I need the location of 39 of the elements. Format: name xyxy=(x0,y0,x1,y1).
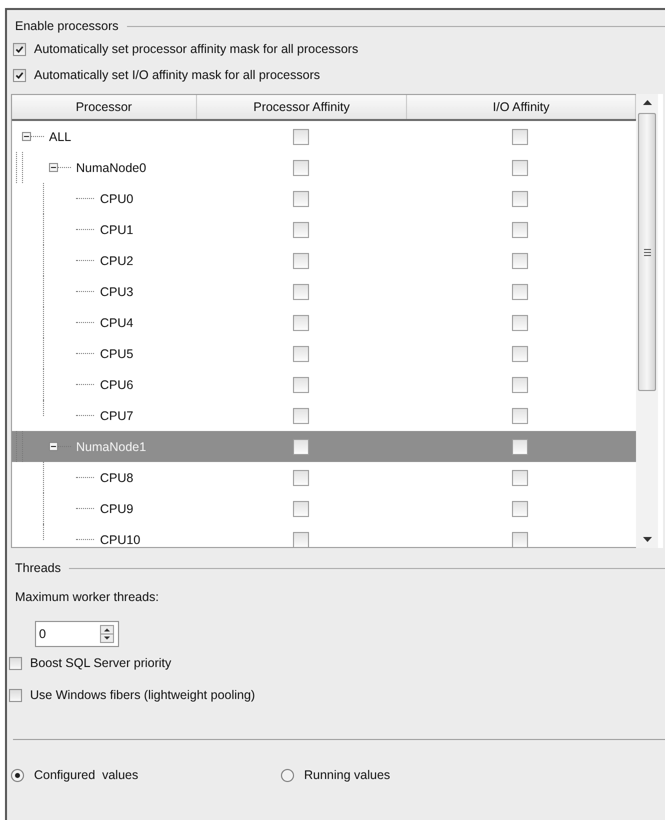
grid-row[interactable]: CPU7 xyxy=(12,400,636,431)
processor-name: CPU10 xyxy=(100,532,140,546)
processor-name: CPU8 xyxy=(100,470,134,484)
grid-row[interactable]: ALL xyxy=(12,121,636,152)
grid-row[interactable]: CPU4 xyxy=(12,307,636,338)
processor-name: NumaNode0 xyxy=(76,160,146,174)
processor-name: CPU3 xyxy=(100,284,134,298)
checkbox-label: Use Windows fibers (lightweight pooling) xyxy=(30,688,256,702)
processor-name: CPU1 xyxy=(100,222,134,236)
grid-row[interactable]: NumaNode0 xyxy=(12,152,636,183)
grid-row[interactable]: CPU10 xyxy=(12,524,636,547)
field-label: Maximum worker threads: xyxy=(14,590,160,606)
processor-name: CPU2 xyxy=(100,254,134,268)
group-title: Enable processors xyxy=(15,19,119,33)
column-header[interactable]: Processor Affinity xyxy=(196,95,408,119)
column-header[interactable]: Processor xyxy=(12,95,197,119)
processor-name: NumaNode1 xyxy=(76,440,146,454)
group-title: Threads xyxy=(15,561,61,575)
processor-name: CPU7 xyxy=(100,408,134,422)
grid-row[interactable]: CPU8 xyxy=(12,462,636,493)
processor-name: CPU4 xyxy=(100,316,134,330)
radio-label: Configured values xyxy=(34,768,138,782)
processor-name: ALL xyxy=(49,130,72,144)
radio-label: Running values xyxy=(304,768,390,782)
processor-name: CPU0 xyxy=(100,192,134,206)
grid-row[interactable]: CPU3 xyxy=(12,276,636,307)
grid-row[interactable]: CPU2 xyxy=(12,245,636,276)
checkbox-label: Automatically set processor affinity mask for all processors xyxy=(34,42,358,56)
checkbox-label: Automatically set I/O affinity mask for all processors xyxy=(34,68,320,82)
grid-row[interactable]: CPU6 xyxy=(12,369,636,400)
grid-row[interactable]: CPU5 xyxy=(12,338,636,369)
grid-row[interactable]: CPU1 xyxy=(12,214,636,245)
processor-name: CPU6 xyxy=(100,378,134,392)
grid-row[interactable]: CPU0 xyxy=(12,183,636,214)
grid-row[interactable]: CPU9 xyxy=(12,493,636,524)
processor-name: CPU9 xyxy=(100,502,134,516)
number-field[interactable]: 0 xyxy=(35,621,119,647)
checkbox-label: Boost SQL Server priority xyxy=(30,656,172,670)
processor-name: CPU5 xyxy=(100,346,134,360)
